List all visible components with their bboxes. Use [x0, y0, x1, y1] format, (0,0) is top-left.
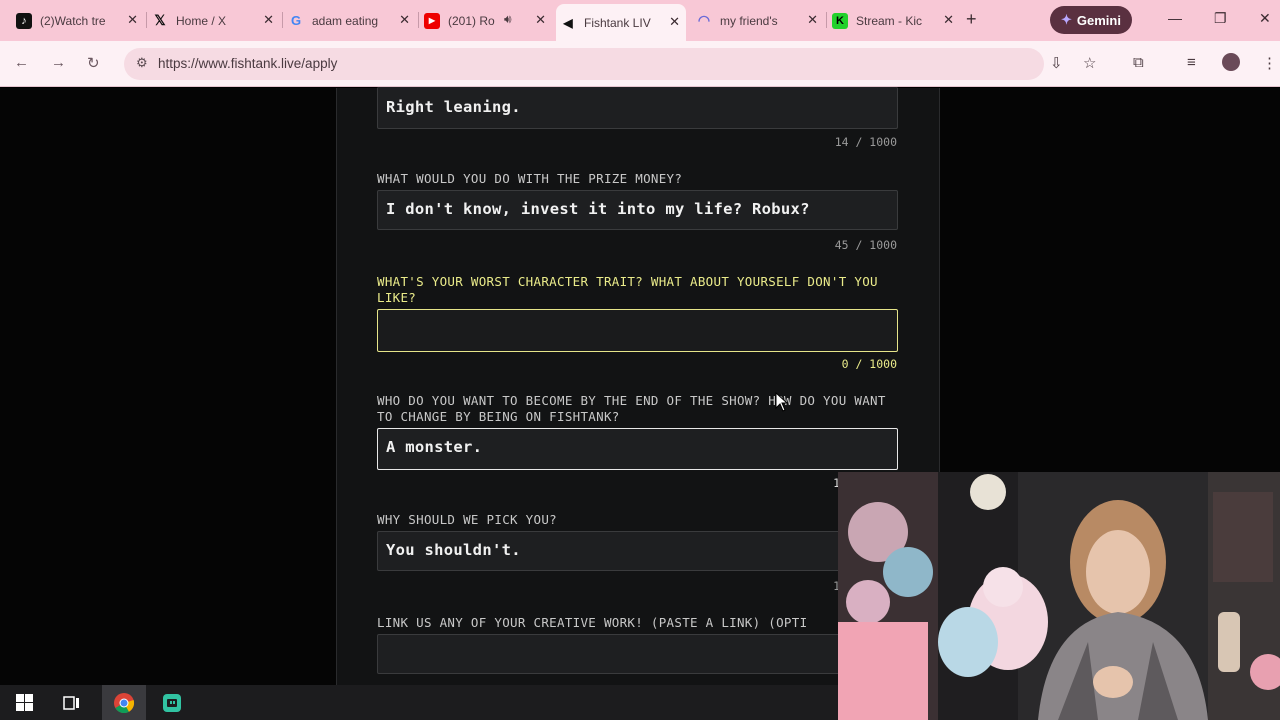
tab-title: Fishtank LIV	[584, 15, 651, 30]
tab-kick[interactable]: K Stream - Kic ✕	[828, 6, 960, 35]
minimize-button[interactable]: —	[1168, 10, 1182, 26]
tiktok-icon: ♪	[16, 12, 32, 29]
google-icon: G	[290, 13, 302, 28]
close-icon[interactable]: ✕	[669, 14, 680, 30]
prize-money-field[interactable]: I don't know, invest it into my life? Ro…	[377, 190, 898, 230]
back-button[interactable]: ←	[14, 54, 29, 71]
youtube-icon: ▶	[424, 12, 440, 29]
url-text: https://www.fishtank.live/apply	[158, 56, 338, 71]
worst-trait-field[interactable]	[377, 309, 898, 352]
x-icon: 𝕏	[154, 12, 166, 28]
question-label-why-pick: WHY SHOULD WE PICK YOU?	[377, 512, 557, 527]
close-icon[interactable]: ✕	[535, 12, 546, 28]
close-icon[interactable]: ✕	[943, 12, 954, 28]
char-count: 1	[833, 579, 840, 593]
close-icon[interactable]: ✕	[127, 12, 138, 28]
close-icon[interactable]: ✕	[807, 12, 818, 28]
close-icon[interactable]: ✕	[263, 12, 274, 28]
new-tab-button[interactable]: +	[966, 9, 977, 30]
tab-title: adam eating	[312, 13, 379, 28]
extensions-icon[interactable]: ⧉	[1133, 54, 1144, 71]
streamer-webcam-image	[838, 472, 1280, 720]
tab-discord[interactable]: ◠ my friend's ✕	[692, 6, 824, 35]
tab-title: (2)Watch tre	[40, 13, 106, 28]
question-label-worst-trait: WHAT'S YOUR WORST CHARACTER TRAIT? WHAT …	[377, 274, 878, 305]
headset-icon: ◠	[697, 12, 711, 28]
become-field[interactable]: A monster.	[377, 428, 898, 470]
chrome-taskbar-icon[interactable]	[102, 685, 146, 720]
browser-toolbar: ← → ↻ ⚙ https://www.fishtank.live/apply …	[0, 41, 1280, 87]
task-view-icon[interactable]	[50, 685, 94, 720]
fishtank-icon: ◀	[563, 15, 573, 30]
creative-work-field[interactable]	[377, 634, 847, 674]
political-leaning-field[interactable]: Right leaning.	[377, 87, 898, 129]
char-count: 0 / 1000	[841, 357, 897, 371]
tab-title: Home / X	[176, 13, 227, 28]
why-pick-field[interactable]: You shouldn't.	[377, 531, 847, 571]
tab-fishtank[interactable]: ◀ Fishtank LIV ✕	[556, 4, 686, 41]
speaker-icon[interactable]: 🔊︎	[504, 12, 512, 27]
tab-x[interactable]: 𝕏 Home / X ✕	[148, 6, 280, 35]
tab-youtube[interactable]: ▶ (201) Ro 🔊︎ ✕	[420, 6, 552, 35]
install-app-icon[interactable]: ⇩	[1050, 54, 1063, 72]
bookmark-star-icon[interactable]: ☆	[1083, 54, 1096, 72]
mouse-pointer-icon	[775, 392, 789, 412]
question-label-become: WHO DO YOU WANT TO BECOME BY THE END OF …	[377, 393, 886, 424]
forward-button[interactable]: →	[51, 54, 66, 71]
windows-start-icon[interactable]	[2, 685, 46, 720]
reload-button[interactable]: ↻	[87, 54, 100, 72]
address-bar[interactable]: ⚙ https://www.fishtank.live/apply	[124, 48, 1044, 80]
tab-strip: ♪ (2)Watch tre ✕ 𝕏 Home / X ✕ G adam eat…	[0, 0, 1280, 41]
char-count: 1	[833, 476, 840, 490]
tab-tiktok[interactable]: ♪ (2)Watch tre ✕	[12, 6, 144, 35]
restore-button[interactable]: ❐	[1214, 10, 1227, 27]
gemini-label: Gemini	[1076, 12, 1121, 28]
gemini-button[interactable]: ✦ Gemini	[1050, 6, 1132, 34]
close-icon[interactable]: ✕	[399, 12, 410, 28]
media-controls-icon[interactable]: ≡	[1187, 54, 1196, 71]
tab-title: (201) Ro	[448, 13, 495, 28]
tab-title: Stream - Kic	[856, 13, 923, 28]
webcam-overlay	[838, 472, 1280, 720]
question-label-prize-money: WHAT WOULD YOU DO WITH THE PRIZE MONEY?	[377, 171, 683, 186]
site-info-icon[interactable]: ⚙	[136, 55, 148, 71]
tab-title: my friend's	[720, 13, 778, 28]
char-count: 45 / 1000	[834, 238, 897, 252]
streamlabs-taskbar-icon[interactable]	[150, 685, 194, 720]
question-label-creative-work: LINK US ANY OF YOUR CREATIVE WORK! (PAST…	[377, 615, 808, 630]
char-count: 14 / 1000	[834, 135, 897, 149]
kick-icon: K	[832, 12, 848, 29]
menu-kebab-icon[interactable]: ⋮	[1262, 54, 1277, 72]
tab-google[interactable]: G adam eating ✕	[284, 6, 416, 35]
close-window-button[interactable]: ✕	[1259, 10, 1271, 27]
profile-avatar[interactable]	[1222, 53, 1240, 71]
sparkle-icon: ✦	[1061, 12, 1072, 27]
